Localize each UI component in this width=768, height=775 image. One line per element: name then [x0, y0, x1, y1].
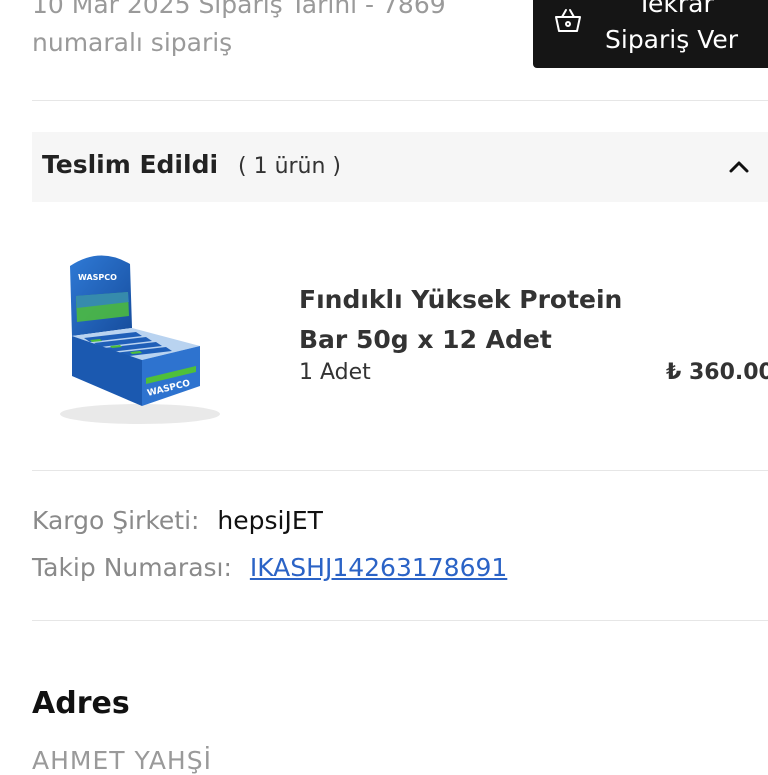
order-number-line: numaralı sipariş: [32, 28, 233, 57]
item-count: ( 1 ürün ): [238, 154, 342, 179]
reorder-label-line2: Sipariş Ver: [605, 25, 739, 54]
delivery-status-header[interactable]: Teslim Edildi ( 1 ürün ): [32, 132, 768, 202]
address-name: AHMET YAHŞİ: [32, 746, 212, 775]
tracking-label: Takip Numarası:: [32, 553, 232, 582]
basket-icon: [555, 9, 581, 32]
divider: [32, 470, 768, 471]
tracking-number-link[interactable]: IKASHJ14263178691: [250, 553, 507, 582]
carrier-value: hepsiJET: [217, 506, 323, 535]
product-name-line1: Fındıklı Yüksek Protein: [299, 285, 623, 314]
order-info: 10 Mar 2025 Sipariş Tarihi - 7869 numara…: [32, 0, 502, 62]
divider: [32, 620, 768, 621]
carrier-row: Kargo Şirketi: hepsiJET: [32, 506, 323, 535]
tracking-row: Takip Numarası: IKASHJ14263178691: [32, 553, 507, 582]
product-price: ₺ 360.00: [666, 360, 768, 385]
carrier-label: Kargo Şirketi:: [32, 506, 200, 535]
product-quantity: 1 Adet: [299, 360, 371, 385]
product-name[interactable]: Fındıklı Yüksek Protein Bar 50g x 12 Ade…: [299, 280, 639, 360]
divider: [32, 100, 768, 101]
product-image: WASPCO WASPCO: [60, 255, 220, 424]
svg-text:WASPCO: WASPCO: [78, 273, 117, 282]
reorder-button[interactable]: Tekrar Sipariş Ver: [533, 0, 768, 68]
reorder-label-line1: Tekrar: [637, 0, 714, 18]
address-title: Adres: [32, 686, 130, 721]
status-title: Teslim Edildi: [42, 150, 219, 179]
order-date-line: 10 Mar 2025 Sipariş Tarihi - 7869: [32, 0, 446, 19]
chevron-up-icon[interactable]: [728, 156, 750, 178]
product-name-line2: Bar 50g x 12 Adet: [299, 325, 552, 354]
